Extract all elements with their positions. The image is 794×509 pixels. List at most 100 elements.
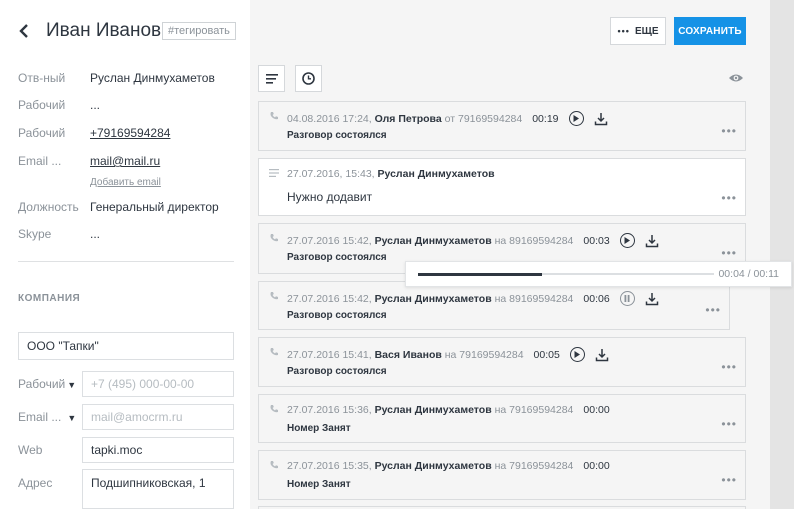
play-icon	[574, 351, 581, 358]
download-icon[interactable]	[645, 234, 659, 248]
play-icon	[573, 115, 579, 122]
company-heading: КОМПАНИЯ	[18, 293, 81, 304]
field-label-email: Email ...	[18, 154, 62, 168]
feed-author[interactable]: Вася Иванов	[375, 349, 442, 361]
company-email-label[interactable]: Email ... ▼	[18, 410, 76, 424]
phone-icon	[270, 405, 278, 413]
call-duration: 00:00	[583, 404, 610, 416]
company-email-label-text: Email ...	[18, 410, 62, 424]
lines-icon	[265, 73, 278, 84]
feed-item-call: 27.07.2016 15:41, Вася Иванов на 7916959…	[258, 337, 746, 387]
more-dots-icon[interactable]: •••	[721, 473, 737, 487]
field-value-responsible[interactable]: Руслан Динмухаметов	[90, 71, 215, 85]
field-label-skype: Skype	[18, 227, 52, 241]
history-filter-button[interactable]	[295, 65, 322, 92]
field-label-work-phone-1: Рабочий	[18, 98, 66, 112]
phone-icon	[270, 234, 278, 242]
company-name-input[interactable]: ООО "Тапки"	[18, 332, 234, 360]
call-status: Разговор состоялся	[287, 252, 387, 263]
audio-progress-fill	[418, 272, 543, 276]
company-phone-label[interactable]: Рабочий ▼	[18, 377, 76, 391]
company-phone-label-text: Рабочий	[18, 377, 66, 391]
feed-item-header: 04.08.2016 17:24, Оля Петрова от 7916959…	[287, 111, 608, 126]
company-web-label: Web	[18, 443, 43, 457]
field-value-skype[interactable]: ...	[90, 227, 100, 241]
field-value-work-phone-1[interactable]: ...	[90, 98, 100, 112]
clock-icon	[302, 72, 315, 85]
save-button[interactable]: СОХРАНИТЬ	[674, 17, 746, 45]
more-dots-icon[interactable]: •••	[721, 124, 737, 138]
company-address-input[interactable]: Подшипниковская, 1	[82, 469, 234, 509]
call-duration: 00:00	[583, 460, 610, 472]
chevron-down-icon: ▼	[67, 380, 77, 390]
note-text: Нужно додавит	[287, 190, 373, 204]
call-status: Номер Занят	[287, 479, 351, 490]
feed-date: 27.07.2016 15:42,	[287, 234, 372, 247]
more-button[interactable]: ••• ЕЩЕ	[610, 17, 666, 45]
feed-author[interactable]: Оля Петрова	[375, 113, 442, 125]
call-status: Разговор состоялся	[287, 366, 387, 377]
feed-direction: на 79169594284	[444, 348, 524, 361]
back-arrow-icon[interactable]	[16, 22, 34, 40]
more-dots-icon[interactable]: •••	[721, 417, 737, 431]
company-web-input[interactable]: tapki.moc	[82, 437, 234, 463]
more-dots-icon[interactable]: •••	[721, 246, 737, 260]
feed-direction: на 79169594284	[494, 460, 574, 472]
call-status: Разговор состоялся	[287, 310, 387, 321]
contact-panel: Иван Иванов #тегировать Отв-ный Руслан Д…	[0, 0, 250, 509]
more-dots-icon[interactable]: •••	[721, 360, 737, 374]
field-label-responsible: Отв-ный	[18, 71, 66, 85]
feed-item-call: 27.07.2016 15:36, Руслан Динмухаметов на…	[258, 394, 746, 443]
feed-date: 04.08.2016 17:24,	[287, 112, 372, 125]
notes-filter-button[interactable]	[258, 65, 285, 92]
call-status: Разговор состоялся	[287, 130, 387, 141]
more-dots-icon[interactable]: •••	[705, 303, 721, 317]
feed-item-call: 04.08.2016 17:24, Оля Петрова от 7916959…	[258, 101, 746, 151]
eye-icon[interactable]	[728, 71, 744, 85]
field-value-work-phone-2[interactable]: +79169594284	[90, 126, 170, 140]
right-scroll-area[interactable]	[770, 0, 794, 509]
field-label-work-phone-2: Рабочий	[18, 126, 66, 140]
feed-direction: от 79169594284	[444, 112, 523, 125]
feed-item-call: 27.07.2016 15:35, Руслан Динмухаметов на…	[258, 450, 746, 500]
feed-item-header: 27.07.2016 15:42, Руслан Динмухаметов на…	[287, 233, 659, 248]
field-label-position: Должность	[18, 200, 79, 214]
feed-item-call: 27.07.2016 15:42, Руслан Динмухаметов на…	[258, 281, 730, 330]
divider	[18, 261, 234, 262]
feed-author[interactable]: Руслан Динмухаметов	[375, 235, 492, 247]
more-dots-icon[interactable]: •••	[721, 191, 737, 205]
feed-author[interactable]: Руслан Динмухаметов	[375, 293, 492, 305]
feed-author[interactable]: Руслан Динмухаметов	[378, 168, 495, 180]
feed-item-header: 27.07.2016, 15:43, Руслан Динмухаметов	[287, 168, 495, 180]
contact-name[interactable]: Иван Иванов	[46, 20, 161, 42]
download-icon[interactable]	[595, 348, 609, 362]
feed-date: 27.07.2016 15:36,	[287, 404, 372, 416]
play-button[interactable]	[568, 111, 584, 126]
call-status: Номер Занят	[287, 423, 351, 434]
tag-button[interactable]: #тегировать	[162, 22, 236, 40]
feed-panel: 04.08.2016 17:24, Оля Петрова от 7916959…	[250, 0, 770, 509]
download-icon[interactable]	[594, 112, 608, 126]
play-button[interactable]	[569, 347, 585, 362]
field-value-email[interactable]: mail@mail.ru	[90, 154, 160, 168]
audio-progress-track[interactable]	[418, 272, 714, 276]
feed-item-note: 27.07.2016, 15:43, Руслан Динмухаметов Н…	[258, 158, 746, 216]
feed-direction: на 89169594284	[494, 234, 574, 247]
feed-date: 27.07.2016, 15:43,	[287, 168, 375, 180]
add-email-link[interactable]: Добавить email	[90, 177, 161, 188]
feed-direction: на 79169594284	[494, 404, 574, 416]
play-button[interactable]	[619, 233, 635, 248]
company-email-input[interactable]: mail@amocrm.ru	[82, 404, 234, 430]
feed-author[interactable]: Руслан Динмухаметов	[375, 460, 492, 472]
chevron-down-icon: ▼	[67, 413, 77, 423]
feed-author[interactable]: Руслан Динмухаметов	[375, 404, 492, 416]
company-phone-input[interactable]: +7 (495) 000-00-00	[82, 371, 234, 397]
phone-icon	[270, 348, 278, 356]
download-icon[interactable]	[645, 292, 659, 306]
field-value-position[interactable]: Генеральный директор	[90, 200, 219, 214]
feed-item-header: 27.07.2016 15:41, Вася Иванов на 7916959…	[287, 347, 609, 362]
company-address-label: Адрес	[18, 476, 53, 490]
phone-icon	[270, 461, 278, 469]
pause-button[interactable]	[619, 291, 635, 306]
feed-date: 27.07.2016 15:42,	[287, 292, 372, 305]
